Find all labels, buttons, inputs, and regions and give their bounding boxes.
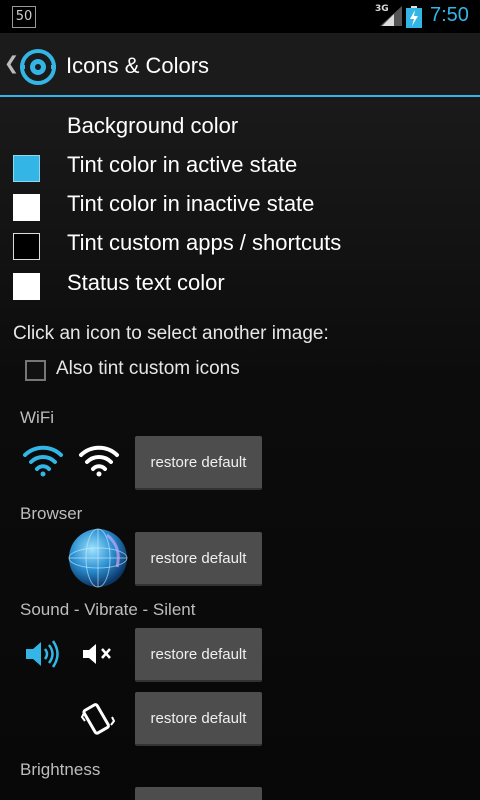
globe-icon[interactable] [67,527,129,589]
up-chevron-icon[interactable]: ❮ [4,53,19,74]
section-title-sound: Sound - Vibrate - Silent [20,600,196,619]
clock: 7:50 [430,4,469,26]
pref-status-text-color[interactable]: Status text color [0,266,480,305]
section-title-browser: Browser [20,504,83,523]
restore-default-brightness-button[interactable] [135,787,262,800]
app-logo-icon[interactable] [18,47,58,87]
signal-strength-icon [380,6,402,26]
section-title-wifi: WiFi [20,408,54,427]
wifi-active-icon[interactable] [22,443,64,477]
mute-icon[interactable] [82,641,114,667]
pref-label: Tint color in active state [67,152,298,177]
sound-on-icon[interactable] [24,638,62,670]
battery-charging-icon [406,6,422,28]
settings-content: Background color Tint color in active st… [0,97,480,800]
tint-custom-icons-checkbox[interactable] [25,360,46,381]
restore-default-wifi-button[interactable]: restore default [135,436,262,490]
page-title: Icons & Colors [66,53,210,78]
pref-label: Background color [67,113,239,138]
pref-tint-custom-apps[interactable]: Tint custom apps / shortcuts [0,226,480,265]
tint-custom-icons-label[interactable]: Also tint custom icons [56,358,240,380]
select-image-hint: Click an icon to select another image: [13,323,329,344]
restore-default-vibrate-button[interactable]: restore default [135,692,262,746]
action-bar: ❮ Icons & Colors [0,33,480,97]
color-swatch-custom-apps[interactable] [13,233,40,260]
color-swatch-active[interactable] [13,155,40,182]
pref-label: Tint color in inactive state [67,191,315,216]
status-bar: 50 3G 7:50 [0,0,480,33]
restore-default-sound-button[interactable]: restore default [135,628,262,682]
pref-background-color[interactable]: Background color [0,109,480,148]
pref-tint-active[interactable]: Tint color in active state [0,148,480,187]
pref-label: Tint custom apps / shortcuts [67,230,342,255]
color-swatch-inactive[interactable] [13,194,40,221]
color-swatch-status-text[interactable] [13,273,40,300]
wifi-inactive-icon[interactable] [78,443,120,477]
notification-count-icon: 50 [12,6,36,28]
pref-label: Status text color [67,270,225,295]
section-title-brightness: Brightness [20,760,101,779]
vibrate-icon[interactable] [80,699,116,739]
restore-default-browser-button[interactable]: restore default [135,532,262,586]
pref-tint-inactive[interactable]: Tint color in inactive state [0,187,480,226]
